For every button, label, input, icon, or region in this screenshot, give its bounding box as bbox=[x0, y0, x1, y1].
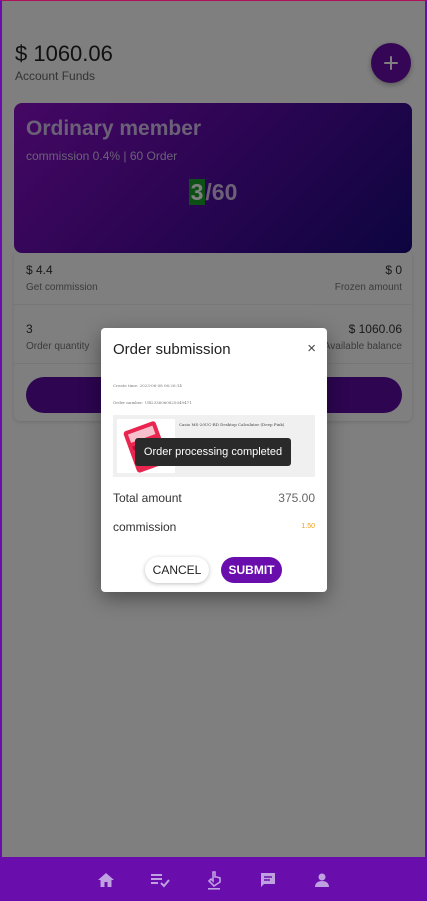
close-icon[interactable]: × bbox=[307, 340, 316, 357]
submit-button[interactable]: SUBMIT bbox=[221, 557, 282, 583]
dialog-title: Order submission bbox=[113, 341, 231, 358]
cancel-button[interactable]: CANCEL bbox=[145, 557, 209, 583]
total-value: 375.00 bbox=[278, 491, 315, 505]
home-icon[interactable] bbox=[95, 869, 117, 891]
bottom-nav bbox=[2, 857, 425, 901]
commission-row: commission 1.50 bbox=[113, 520, 315, 534]
grab-icon[interactable] bbox=[203, 869, 225, 891]
order-submission-dialog: Order submission × Create time: 2023-06-… bbox=[101, 328, 327, 592]
create-time: Create time: 2023-06-08 06:26:14 bbox=[113, 383, 182, 388]
product-name: Casio MS-20UC-RD Desktop Calculator (Dee… bbox=[179, 422, 285, 427]
orders-icon[interactable] bbox=[149, 869, 171, 891]
app-page: $ 1060.06 Account Funds Ordinary member … bbox=[2, 1, 425, 901]
total-amount-row: Total amount 375.00 bbox=[113, 491, 315, 505]
toast-message: Order processing completed bbox=[135, 438, 291, 466]
commission-amount: 1.50 bbox=[301, 523, 315, 530]
commission-label: commission bbox=[113, 520, 177, 534]
order-number: Order number: UB2336060825049471 bbox=[113, 400, 192, 405]
chat-icon[interactable] bbox=[257, 869, 279, 891]
profile-icon[interactable] bbox=[311, 869, 333, 891]
total-label: Total amount bbox=[113, 491, 182, 505]
